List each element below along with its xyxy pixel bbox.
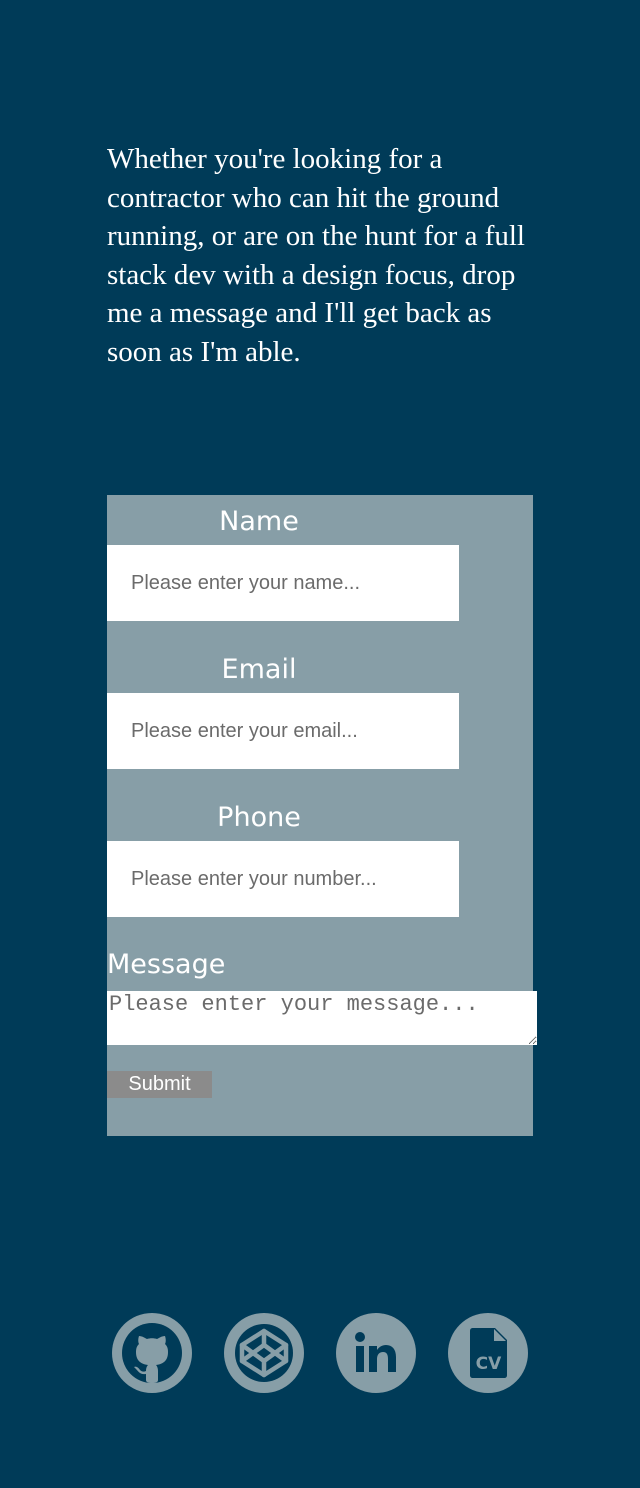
name-input[interactable] <box>107 545 459 621</box>
github-icon <box>112 1313 192 1393</box>
social-links: CV <box>112 1313 528 1393</box>
message-label: Message <box>107 949 226 980</box>
codepen-link[interactable] <box>224 1313 304 1393</box>
cv-file-icon: CV <box>448 1313 528 1393</box>
email-input[interactable] <box>107 693 459 769</box>
email-label: Email <box>221 654 297 685</box>
submit-button[interactable]: Submit <box>107 1071 212 1098</box>
linkedin-link[interactable] <box>336 1313 416 1393</box>
linkedin-icon <box>336 1313 416 1393</box>
codepen-icon <box>224 1313 304 1393</box>
cv-link[interactable]: CV <box>448 1313 528 1393</box>
message-textarea[interactable] <box>107 991 537 1045</box>
contact-form: Name Email Phone Message Submit <box>107 495 537 1136</box>
intro-text: Whether you're looking for a contractor … <box>107 143 525 368</box>
phone-input[interactable] <box>107 841 459 917</box>
name-label: Name <box>219 506 299 537</box>
phone-label: Phone <box>217 802 301 833</box>
cv-icon-text: CV <box>476 1354 502 1374</box>
github-link[interactable] <box>112 1313 192 1393</box>
